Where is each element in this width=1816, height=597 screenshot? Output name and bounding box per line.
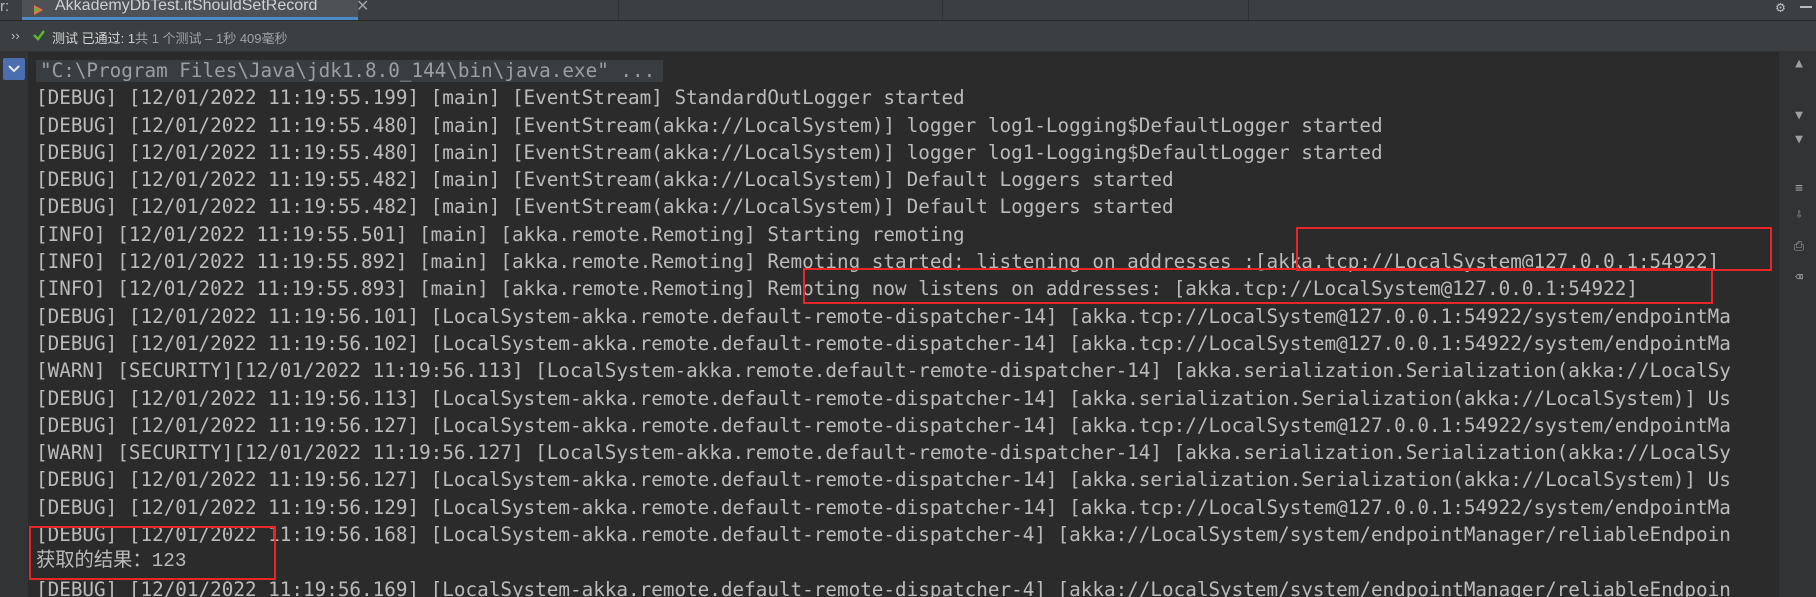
tab-divider [942, 0, 943, 20]
console-line: [DEBUG] [12/01/2022 11:19:56.127] [Local… [36, 468, 1731, 492]
tab-akkademy-db-test[interactable]: AkkademyDbTest.itShouldSetRecord ✕ [22, 0, 369, 20]
collapse-toggle-button[interactable] [3, 58, 25, 80]
result-output-line: 获取的结果：123 [36, 550, 187, 573]
highlight-box [803, 268, 1713, 304]
expand-icon[interactable]: ›› [11, 28, 20, 43]
console-line: [DEBUG] [12/01/2022 11:19:56.113] [Local… [36, 386, 1731, 410]
console-line: [DEBUG] [12/01/2022 11:19:56.129] [Local… [36, 495, 1731, 519]
close-icon[interactable]: ✕ [356, 0, 369, 16]
console-side-toolbar: ▲ ▼ ▼ ≡ ⇩ ⎙ ⌫ [1778, 52, 1816, 597]
scroll-up-icon[interactable]: ▲ [1791, 56, 1807, 72]
highlight-box [29, 526, 276, 580]
console-line: [DEBUG] [12/01/2022 11:19:55.199] [main]… [36, 86, 965, 110]
highlight-box [1296, 227, 1772, 271]
test-status-bar: ›› 测试 已通过: 1共 1 个测试 – 1秒 409毫秒 [0, 21, 1816, 52]
run-config-icon [32, 1, 44, 15]
scroll-down-icon[interactable]: ▼ [1791, 132, 1807, 148]
console-line: [WARN] [SECURITY][12/01/2022 11:19:56.11… [36, 359, 1731, 383]
console-line: [WARN] [SECURITY][12/01/2022 11:19:56.12… [36, 441, 1731, 465]
scroll-to-end-icon[interactable]: ⇩ [1791, 207, 1807, 223]
pass-check-icon [32, 27, 46, 46]
collapse-chevron-icon [8, 65, 20, 73]
console-line: [DEBUG] [12/01/2022 11:19:55.480] [main]… [36, 140, 1383, 164]
console-line: [DEBUG] [12/01/2022 11:19:56.127] [Local… [36, 413, 1731, 437]
tab-divider [618, 0, 619, 20]
console-line: [DEBUG] [12/01/2022 11:19:55.480] [main]… [36, 113, 1383, 137]
console-line: "C:\Program Files\Java\jdk1.8.0_144\bin\… [36, 57, 1778, 84]
soft-wrap-icon[interactable]: ≡ [1791, 181, 1807, 197]
test-summary-detail: 共 1 个测试 – 1秒 409毫秒 [135, 31, 288, 46]
console-line: [DEBUG] [12/01/2022 11:19:56.101] [Local… [36, 304, 1731, 328]
print-icon[interactable]: ⎙ [1791, 239, 1807, 255]
console-gutter [0, 52, 29, 597]
minimize-icon[interactable] [1800, 6, 1812, 8]
tab-divider [1248, 0, 1249, 20]
test-passed-label: 测试 已通过: 1 [52, 31, 136, 46]
settings-gear-icon[interactable]: ⚙ [1776, 0, 1785, 15]
editor-tab-bar: r: AkkademyDbTest.itShouldSetRecord ✕ ⚙ [0, 0, 1816, 21]
console-line: [DEBUG] [12/01/2022 11:19:56.168] [Local… [36, 523, 1731, 547]
console-line: [DEBUG] [12/01/2022 11:19:56.102] [Local… [36, 331, 1731, 355]
tab-prefix: r: [0, 0, 10, 15]
scroll-down-icon[interactable]: ▼ [1791, 108, 1807, 124]
clear-icon[interactable]: ⌫ [1791, 270, 1807, 286]
java-command-line: "C:\Program Files\Java\jdk1.8.0_144\bin\… [36, 60, 664, 82]
tab-title: AkkademyDbTest.itShouldSetRecord [55, 0, 318, 14]
console-line: [DEBUG] [12/01/2022 11:19:55.482] [main]… [36, 168, 1174, 192]
test-status-text: 测试 已通过: 1共 1 个测试 – 1秒 409毫秒 [52, 28, 288, 47]
console-line: [DEBUG] [12/01/2022 11:19:55.482] [main]… [36, 195, 1174, 219]
console-line: [DEBUG] [12/01/2022 11:19:56.169] [Local… [36, 577, 1731, 597]
console-output[interactable]: "C:\Program Files\Java\jdk1.8.0_144\bin\… [36, 57, 1778, 597]
